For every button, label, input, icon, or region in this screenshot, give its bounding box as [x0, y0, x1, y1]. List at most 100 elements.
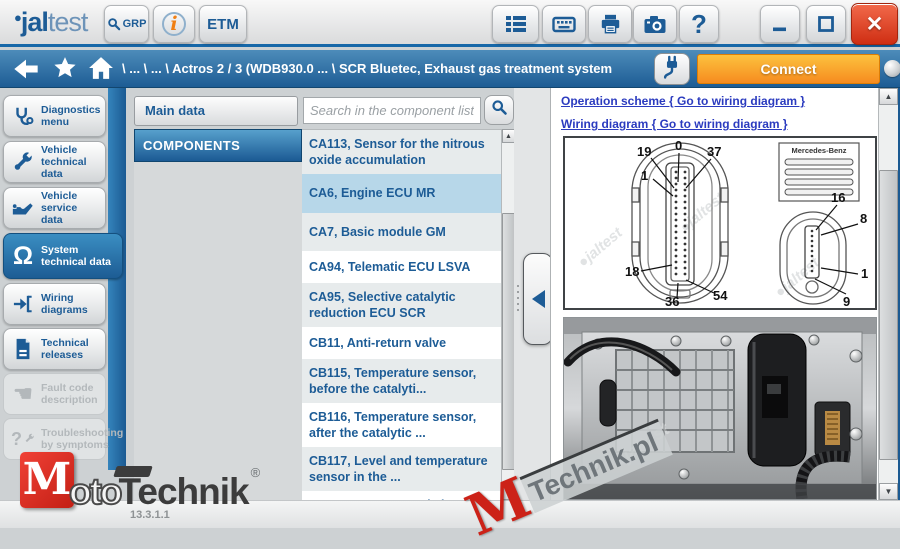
component-list-item[interactable]: CB116, Temperature sensor, after the cat…	[302, 403, 501, 447]
screenshot-button[interactable]	[633, 5, 677, 43]
svg-text:18: 18	[625, 264, 639, 279]
svg-text:Mercedes-Benz: Mercedes-Benz	[791, 146, 846, 155]
svg-text:8: 8	[860, 211, 867, 226]
arrow-down-icon: ▼	[505, 490, 512, 497]
report-list-button[interactable]	[492, 5, 539, 43]
sidebar-item-label: Fault code description	[41, 382, 101, 406]
arrow-down-icon: ▼	[885, 487, 893, 496]
collapse-panel-button[interactable]	[523, 253, 553, 345]
detail-panel-scrollbar[interactable]: ▲ ▼	[878, 88, 898, 500]
sidebar-item-vehicle-technical-data[interactable]: Vehicle technical data	[3, 141, 106, 183]
keyboard-icon	[552, 14, 576, 34]
connector-pinout-diagram: ●jaltest ●jaltest ●jaltest ●jaltest	[563, 136, 877, 310]
wrench-icon	[10, 151, 36, 173]
sidebar-item-label: Wiring diagrams	[41, 292, 101, 316]
keyboard-button[interactable]	[542, 5, 586, 43]
connect-button[interactable]: Connect	[697, 54, 880, 84]
svg-text:37: 37	[707, 144, 721, 159]
content-area: Diagnostics menu Vehicle technical data …	[0, 88, 900, 500]
diagnostic-connection-button[interactable]	[654, 53, 690, 85]
sidebar-item-label: System technical data	[41, 244, 118, 268]
component-list-item[interactable]: CA113, Sensor for the nitrous oxide accu…	[302, 130, 501, 174]
component-list-item[interactable]: CB115, Temperature sensor, before the ca…	[302, 359, 501, 403]
svg-text:16: 16	[831, 190, 845, 205]
svg-text:1: 1	[641, 168, 648, 183]
top-toolbar: ●jaltest GRP i ETM ?	[0, 0, 900, 47]
sidebar-item-vehicle-service-data[interactable]: Vehicle service data	[3, 187, 106, 229]
sidebar-item-label: Diagnostics menu	[41, 104, 101, 128]
navigation-bar: \ ... \ ... \ Actros 2 / 3 (WDB930.0 ...…	[0, 50, 900, 88]
minimize-icon	[770, 14, 790, 34]
svg-text:●jaltest: ●jaltest	[575, 224, 627, 271]
component-list-item[interactable]: CA95, Selective catalytic reduction ECU …	[302, 283, 501, 327]
logo-dot-icon: ●	[14, 10, 21, 25]
close-button[interactable]: ✕	[851, 3, 898, 45]
list-icon	[504, 13, 528, 35]
sidebar-accent-strip	[108, 88, 126, 470]
etm-button[interactable]: ETM	[199, 5, 247, 43]
printer-icon	[599, 13, 622, 35]
hammer-icon	[113, 466, 153, 477]
info-button[interactable]: i	[153, 5, 195, 43]
omega-icon: Ω	[10, 244, 36, 269]
stethoscope-icon	[10, 105, 36, 127]
component-list-item[interactable]: CB11, Anti-return valve	[302, 327, 501, 359]
arrow-up-icon: ▲	[505, 133, 512, 140]
sidebar-item-wiring-diagrams[interactable]: Wiring diagrams	[3, 283, 106, 325]
scroll-up-button[interactable]: ▲	[879, 88, 898, 105]
mototechnik-logo: MotoTechnik®	[20, 452, 260, 508]
grp-button[interactable]: GRP	[104, 5, 149, 43]
component-detail-panel: Operation scheme { Go to wiring diagram …	[550, 88, 878, 500]
arrow-up-icon: ▲	[885, 92, 893, 101]
component-location-photo: ●jaltest	[563, 317, 877, 500]
minimize-button[interactable]	[760, 5, 800, 43]
divider-drag-handle[interactable]	[517, 285, 519, 311]
sidebar-item-label: Vehicle service data	[41, 190, 101, 226]
component-list-item[interactable]: CA94, Telematic ECU LSVA	[302, 251, 501, 283]
wiring-diagram-link[interactable]: Wiring diagram { Go to wiring diagram }	[561, 117, 788, 131]
sidebar-item-label: Vehicle technical data	[41, 144, 101, 180]
jaltest-logo: ●jaltest	[14, 7, 87, 38]
scroll-down-button[interactable]: ▼	[879, 483, 898, 500]
maximize-icon	[816, 14, 836, 34]
camera-icon	[643, 14, 667, 35]
svg-text:9: 9	[843, 294, 850, 308]
magnifier-icon	[107, 17, 122, 32]
component-list: CA113, Sensor for the nitrous oxide accu…	[302, 129, 501, 500]
component-list-item[interactable]: CB117, Level and temperature sensor in t…	[302, 447, 501, 491]
sidebar-item-diagnostics-menu[interactable]: Diagnostics menu	[3, 95, 106, 137]
component-list-scrollbar[interactable]: ▲ ▼	[501, 129, 515, 500]
sidebar-item-label: Technical releases	[41, 337, 101, 361]
close-icon: ✕	[866, 12, 884, 37]
back-button[interactable]	[12, 57, 40, 86]
sidebar-item-technical-releases[interactable]: Technical releases	[3, 328, 106, 370]
svg-text:0: 0	[675, 138, 682, 153]
sidebar-item-fault-code-description: ☚ Fault code description	[3, 373, 106, 415]
chevron-left-icon	[532, 290, 545, 308]
sidebar-item-system-technical-data[interactable]: Ω System technical data	[3, 233, 123, 279]
scrollbar-thumb[interactable]	[879, 170, 898, 460]
sidebar-item-label: Troubleshooting by symptoms	[41, 427, 123, 451]
component-list-item[interactable]: CB128, Compressed air sensor SCR (Select…	[302, 491, 501, 500]
tab-main-data[interactable]: Main data	[134, 96, 298, 126]
question-wrench-icon: ?	[10, 430, 36, 448]
print-button[interactable]	[588, 5, 632, 43]
search-icon	[491, 99, 508, 121]
operation-scheme-link[interactable]: Operation scheme { Go to wiring diagram …	[561, 94, 805, 108]
favorite-star-button[interactable]	[52, 55, 78, 86]
document-icon	[10, 338, 36, 360]
hand-pointer-icon: ☚	[10, 383, 36, 405]
maximize-button[interactable]	[806, 5, 846, 43]
component-list-item-selected[interactable]: CA6, Engine ECU MR	[302, 174, 501, 213]
help-button[interactable]: ?	[679, 5, 719, 43]
connection-status-indicator	[884, 60, 900, 77]
component-list-item[interactable]: CA7, Basic module GM	[302, 213, 501, 251]
components-section-header[interactable]: COMPONENTS	[134, 129, 302, 162]
search-button[interactable]	[484, 95, 514, 125]
breadcrumb: \ ... \ ... \ Actros 2 / 3 (WDB930.0 ...…	[122, 50, 612, 88]
home-button[interactable]	[88, 56, 114, 85]
plug-icon	[661, 55, 683, 84]
component-search-input[interactable]	[303, 97, 481, 124]
info-icon: i	[162, 12, 186, 36]
oil-can-icon	[10, 198, 36, 218]
